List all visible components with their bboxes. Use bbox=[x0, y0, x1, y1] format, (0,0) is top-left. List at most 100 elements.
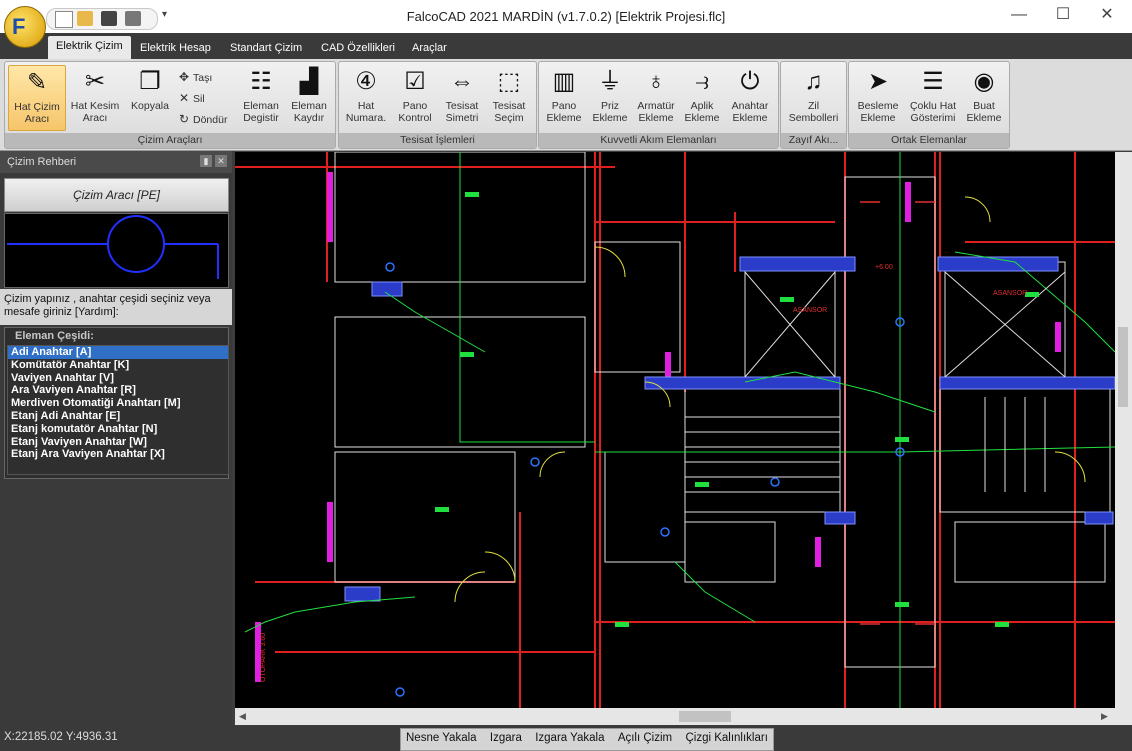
eleman-kaydir-button[interactable]: ▟ Eleman Kaydır bbox=[285, 65, 333, 129]
move-icon: ✥ bbox=[179, 70, 190, 84]
sil-button[interactable]: ✕ Sil bbox=[179, 91, 205, 105]
list-item[interactable]: Etanj Adi Anahtar [E] bbox=[8, 410, 228, 423]
snap-cizgi-kalinliklari[interactable]: Çizgi Kalınlıkları bbox=[680, 729, 772, 748]
buat-ekleme-button[interactable]: ◉ Buat Ekleme bbox=[961, 65, 1007, 129]
ribbon: ✎ Hat Çizim Aracı ✂ Hat Kesim Aracı ❐ Ko… bbox=[0, 59, 1132, 151]
panel-title: Çizim Rehberi bbox=[7, 156, 77, 168]
list-item[interactable]: Merdiven Otomatiği Anahtarı [M] bbox=[8, 397, 228, 410]
bell-icon: ♫ bbox=[804, 68, 823, 95]
sliders-icon: ☷ bbox=[250, 68, 272, 95]
switch-symbols bbox=[385, 262, 905, 697]
list-item[interactable]: Etanj Vaviyen Anahtar [W] bbox=[8, 436, 228, 449]
asansor-label-1: ASANSOR bbox=[793, 307, 827, 314]
tab-cad-ozellikleri[interactable]: CAD Özellikleri bbox=[321, 42, 395, 54]
eleman-cesidi-title: Eleman Çeşidi: bbox=[15, 330, 94, 342]
list-item[interactable]: Ara Vaviyen Anahtar [R] bbox=[8, 384, 228, 397]
close-icon[interactable]: ✕ bbox=[1084, 4, 1130, 28]
inner-walls bbox=[334, 152, 1111, 668]
group-tesisat-islemleri: ④ Hat Numara. ☑ Pano Kontrol ⇔ Tesisat S… bbox=[338, 61, 537, 149]
symmetry-icon: ⇔ bbox=[450, 68, 474, 95]
number-circle-icon: ④ bbox=[355, 68, 377, 95]
group-cizim-araclari: ✎ Hat Çizim Aracı ✂ Hat Kesim Aracı ❐ Ko… bbox=[4, 61, 336, 149]
anahtar-ekleme-button[interactable]: ⏻ Anahtar Ekleme bbox=[725, 65, 775, 129]
tasi-button[interactable]: ✥ Taşı bbox=[179, 70, 212, 84]
rotate-icon: ↻ bbox=[179, 112, 190, 126]
pin-icon[interactable]: ▮ bbox=[200, 155, 212, 167]
hat-kesim-button[interactable]: ✂ Hat Kesim Aracı bbox=[67, 65, 123, 129]
hat-numara-button[interactable]: ④ Hat Numara. bbox=[341, 65, 391, 129]
tab-standart-cizim[interactable]: Standart Çizim bbox=[230, 42, 302, 54]
eleman-degistir-button[interactable]: ☷ Eleman Degistir bbox=[237, 65, 285, 129]
group-label: Kuvvetli Akım Elemanları bbox=[539, 133, 778, 148]
scroll-right-icon[interactable]: ▶ bbox=[1101, 711, 1108, 722]
navigation-arrow-icon: ➤ bbox=[867, 68, 889, 95]
tesisat-secim-button[interactable]: ⬚ Tesisat Seçim bbox=[485, 65, 533, 129]
besleme-ekleme-button[interactable]: ➤ Besleme Ekleme bbox=[851, 65, 905, 129]
hat-cizim-button[interactable]: ✎ Hat Çizim Aracı bbox=[8, 65, 66, 131]
group-label: Çizim Araçları bbox=[5, 133, 335, 148]
minimize-icon[interactable]: — bbox=[996, 4, 1042, 28]
stairs-icon: ▟ bbox=[299, 68, 319, 95]
wall-lamp-icon: ⥽ bbox=[695, 68, 709, 95]
tesisat-simetri-button[interactable]: ⇔ Tesisat Simetri bbox=[439, 65, 485, 129]
list-item[interactable]: Etanj Ara Vaviyen Anahtar [X] bbox=[8, 448, 228, 461]
list-item[interactable]: Etanj komutatör Anahtar [N] bbox=[8, 423, 228, 436]
zil-sembolleri-button[interactable]: ♫ Zil Sembolleri bbox=[785, 65, 842, 129]
instruction-text: Çizim yapınız , anahtar çeşidi seçiniz v… bbox=[0, 289, 232, 325]
list-item[interactable]: Komütatör Anahtar [K] bbox=[8, 359, 228, 372]
snap-toggles: Nesne Yakala Izgara Izgara Yakala Açılı … bbox=[400, 728, 774, 751]
tab-araclar[interactable]: Araçlar bbox=[412, 42, 447, 54]
horizontal-scrollbar[interactable]: ◀ ▶ bbox=[235, 708, 1115, 725]
list-item[interactable]: Adi Anahtar [A] bbox=[8, 346, 228, 359]
window-title: FalcoCAD 2021 MARDİN (v1.7.0.2) [Elektri… bbox=[406, 9, 726, 24]
horizontal-scroll-thumb[interactable] bbox=[679, 711, 731, 722]
kopyala-button[interactable]: ❐ Kopyala bbox=[125, 65, 175, 129]
tab-elektrik-hesap[interactable]: Elektrik Hesap bbox=[140, 42, 211, 54]
title-bar: ▾ FalcoCAD 2021 MARDİN (v1.7.0.2) [Elekt… bbox=[0, 0, 1132, 33]
selection-box-icon: ⬚ bbox=[497, 68, 521, 95]
lightbulb-icon: ♁ bbox=[647, 68, 665, 95]
direction-arrows bbox=[860, 201, 935, 625]
pano-ekleme-button[interactable]: ▥ Pano Ekleme bbox=[541, 65, 587, 129]
armatur-ekleme-button[interactable]: ♁ Armatür Ekleme bbox=[633, 65, 679, 129]
pano-kontrol-button[interactable]: ☑ Pano Kontrol bbox=[391, 65, 439, 129]
vertical-scroll-thumb[interactable] bbox=[1118, 327, 1128, 407]
floor-plan: ASANSOR ASANSOR +6.00 OTOPARK 3.60 bbox=[235, 152, 1115, 708]
close-icon[interactable]: ✕ bbox=[215, 155, 227, 167]
multi-line-icon: ☰ bbox=[922, 68, 944, 95]
plug-icon: ⏚ bbox=[598, 68, 622, 95]
snap-izgara[interactable]: Izgara bbox=[485, 729, 527, 748]
scroll-left-icon[interactable]: ◀ bbox=[239, 711, 246, 722]
status-bar: X:22185.02 Y:4936.31 Nesne Yakala Izgara… bbox=[0, 726, 1132, 751]
priz-ekleme-button[interactable]: ⏚ Priz Ekleme bbox=[587, 65, 633, 129]
vertical-scrollbar[interactable] bbox=[1115, 152, 1132, 725]
elevator-shafts bbox=[744, 271, 1066, 378]
calendar-check-icon: ☑ bbox=[404, 68, 426, 95]
walls bbox=[235, 152, 1115, 708]
dondur-button[interactable]: ↻ Döndür bbox=[179, 112, 227, 126]
junction-box-icon: ◉ bbox=[973, 68, 995, 95]
stairs bbox=[685, 397, 1046, 493]
list-item[interactable]: Vaviyen Anahtar [V] bbox=[8, 372, 228, 385]
drawing-canvas[interactable]: ASANSOR ASANSOR +6.00 OTOPARK 3.60 bbox=[235, 152, 1115, 708]
elevation-label: +6.00 bbox=[875, 264, 893, 271]
maximize-icon[interactable]: ☐ bbox=[1040, 4, 1086, 28]
snap-nesne-yakala[interactable]: Nesne Yakala bbox=[401, 729, 482, 748]
scissors-icon: ✂ bbox=[84, 68, 106, 95]
cizim-araci-button[interactable]: Çizim Aracı [PE] bbox=[4, 178, 229, 212]
eleman-cesidi-box: Eleman Çeşidi: Adi Anahtar [A] Komütatör… bbox=[4, 327, 229, 479]
pencil-icon: ✎ bbox=[26, 69, 48, 96]
app-logo[interactable]: F bbox=[4, 6, 46, 48]
panel-board-icon: ▥ bbox=[552, 68, 576, 95]
tab-elektrik-cizim[interactable]: Elektrik Çizim bbox=[48, 36, 131, 59]
delete-icon: ✕ bbox=[179, 91, 190, 105]
aplik-ekleme-button[interactable]: ⥽ Aplik Ekleme bbox=[679, 65, 725, 129]
coklu-hat-button[interactable]: ☰ Çoklu Hat Gösterimi bbox=[905, 65, 961, 129]
power-icon: ⏻ bbox=[740, 68, 760, 95]
switch-symbol-preview bbox=[4, 213, 229, 288]
group-zayif-akim: ♫ Zil Sembolleri Zayıf Akı... bbox=[780, 61, 847, 149]
snap-acili-cizim[interactable]: Açılı Çizim bbox=[613, 729, 677, 748]
snap-izgara-yakala[interactable]: Izgara Yakala bbox=[530, 729, 609, 748]
side-label: OTOPARK 3.60 bbox=[260, 633, 267, 682]
group-label: Tesisat İşlemleri bbox=[339, 133, 536, 148]
